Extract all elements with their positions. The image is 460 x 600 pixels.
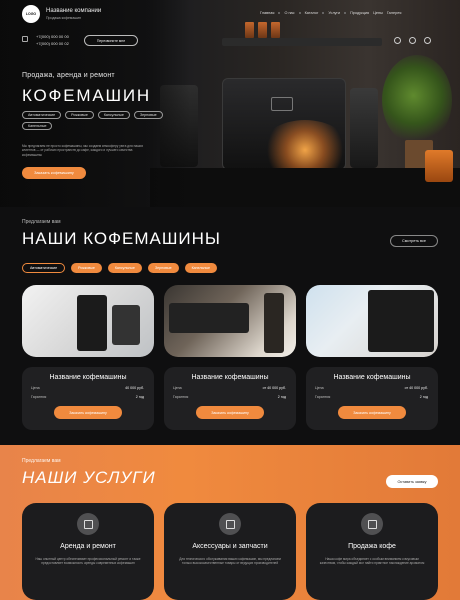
warranty-value: 2 год [277, 395, 286, 399]
whatsapp-icon[interactable] [424, 37, 431, 44]
machines-title: НАШИ КОФЕМАШИНЫ [22, 229, 221, 248]
nav-item-about[interactable]: О нас [284, 11, 294, 15]
hero-chip[interactable]: Рожковые [65, 111, 94, 119]
phone-number[interactable]: +7(000) 000 00 02 [36, 41, 69, 46]
copper-cup-image [258, 22, 267, 38]
hero-chip[interactable]: Автоматические [22, 111, 62, 119]
filter-bean[interactable]: Зерновые [147, 263, 179, 273]
nav-item-gallery[interactable]: Галерея [387, 11, 402, 15]
machine-card: Название кофемашины Цена от 40 000 руб. … [306, 285, 438, 430]
see-all-button[interactable]: Смотреть все [390, 235, 438, 247]
price-label: Цена [315, 386, 324, 390]
hero-chip[interactable]: Капельные [22, 122, 53, 130]
grinder-image [350, 88, 378, 168]
filter-capsule[interactable]: Капсульные [107, 263, 142, 273]
logo[interactable]: LOGO [22, 5, 40, 23]
page: LOGO Название компании Продажа кофемашин… [0, 0, 460, 600]
nav-separator [298, 12, 301, 14]
coffee-machine-icon [77, 513, 99, 535]
shelf-image [222, 38, 382, 46]
price-label: Цена [31, 386, 40, 390]
price-label: Цена [173, 386, 182, 390]
telegram-icon[interactable] [394, 37, 401, 44]
hero-chip[interactable]: Зерновые [133, 111, 163, 119]
viber-icon[interactable] [409, 37, 416, 44]
order-machine-button[interactable]: Заказать кофемашину [22, 167, 86, 179]
nav-item-prices[interactable]: Цены [373, 11, 383, 15]
service-card[interactable]: Аренда и ремонт Наш опытный центр обеспе… [22, 503, 154, 600]
warranty-label: Гарантия [173, 395, 189, 399]
nav-separator [322, 12, 325, 14]
machine-name: Название кофемашины [333, 374, 411, 381]
company-subtitle: Продажа кофемашин [46, 16, 81, 20]
phone-number[interactable]: +7(000) 000 00 00 [36, 34, 69, 39]
nav-item-services[interactable]: Услуги [328, 11, 340, 15]
filter-automatic[interactable]: Автоматические [22, 263, 66, 273]
hero-title: КОФЕМАШИН [22, 86, 151, 105]
nav-separator [344, 12, 347, 14]
hero-chip[interactable]: Капсульные [97, 111, 130, 119]
order-machine-button[interactable]: Заказать кофемашину [54, 406, 122, 419]
service-title: Аксессуары и запчасти [192, 543, 268, 550]
nav-separator [278, 12, 281, 14]
services-title: НАШИ УСЛУГИ [22, 468, 156, 487]
price-value: от 40 000 руб. [262, 386, 286, 390]
price-value: 40 000 руб. [125, 386, 144, 390]
machine-photo[interactable] [22, 285, 154, 357]
counter-image [150, 168, 460, 207]
service-description: Наша кофе мира объединяет с особым внима… [319, 557, 425, 566]
nav-item-home[interactable]: Главная [260, 11, 274, 15]
machine-filters: Автоматические Рожковые Капсульные Зерно… [22, 263, 218, 273]
section-eyebrow: Предлагаем вам [22, 219, 61, 225]
machine-name: Название кофемашины [191, 374, 269, 381]
hero-chips: Автоматические Рожковые Капсульные Зерно… [22, 111, 172, 130]
parts-icon [219, 513, 241, 535]
filter-espresso[interactable]: Рожковые [71, 263, 102, 273]
warranty-value: 2 год [135, 395, 144, 399]
filter-drip[interactable]: Капельные [184, 263, 218, 273]
service-description: Наш опытный центр обеспечивает профессио… [35, 557, 141, 566]
service-card[interactable]: Продажа кофе Наша кофе мира объединяет с… [306, 503, 438, 600]
machine-photo[interactable] [164, 285, 296, 357]
price-value: от 40 000 руб. [404, 386, 428, 390]
callback-button[interactable]: Перезвоните мне [84, 35, 138, 46]
service-title: Аренда и ремонт [60, 543, 116, 550]
social-links [394, 37, 431, 44]
machine-photo[interactable] [306, 285, 438, 357]
coffee-bag-icon [361, 513, 383, 535]
hero-description: Мы предлагаем не просто кофемашины, мы с… [22, 144, 144, 157]
section-eyebrow: Предлагаем вам [22, 458, 61, 464]
order-machine-button[interactable]: Заказать кофемашину [196, 406, 264, 419]
service-card[interactable]: Аксессуары и запчасти Для технического о… [164, 503, 296, 600]
phone-icon [22, 36, 28, 42]
leave-request-button[interactable]: Оставить заявку [386, 475, 438, 488]
machine-name: Название кофемашины [49, 374, 127, 381]
copper-cup-image [245, 22, 254, 38]
machine-card: Название кофемашины Цена от 40 000 руб. … [164, 285, 296, 430]
copper-cup-image [271, 22, 280, 38]
nav-item-products[interactable]: Продукция [350, 11, 369, 15]
service-title: Продажа кофе [348, 543, 396, 550]
plant-image [382, 55, 452, 145]
warranty-label: Гарантия [31, 395, 47, 399]
service-description: Для технического обслуживания ваших кофе… [179, 557, 281, 566]
main-nav: Главная О нас Каталог Услуги Продукция Ц… [260, 11, 401, 15]
hero-subtitle: Продажа, аренда и ремонт [22, 72, 115, 79]
machine-card: Название кофемашины Цена 40 000 руб. Гар… [22, 285, 154, 430]
warranty-label: Гарантия [315, 395, 331, 399]
nav-item-catalog[interactable]: Каталог [305, 11, 319, 15]
warranty-value: 2 год [419, 395, 428, 399]
order-machine-button[interactable]: Заказать кофемашину [338, 406, 406, 419]
company-name: Название компании [46, 8, 102, 14]
orange-cup-image [425, 150, 453, 182]
